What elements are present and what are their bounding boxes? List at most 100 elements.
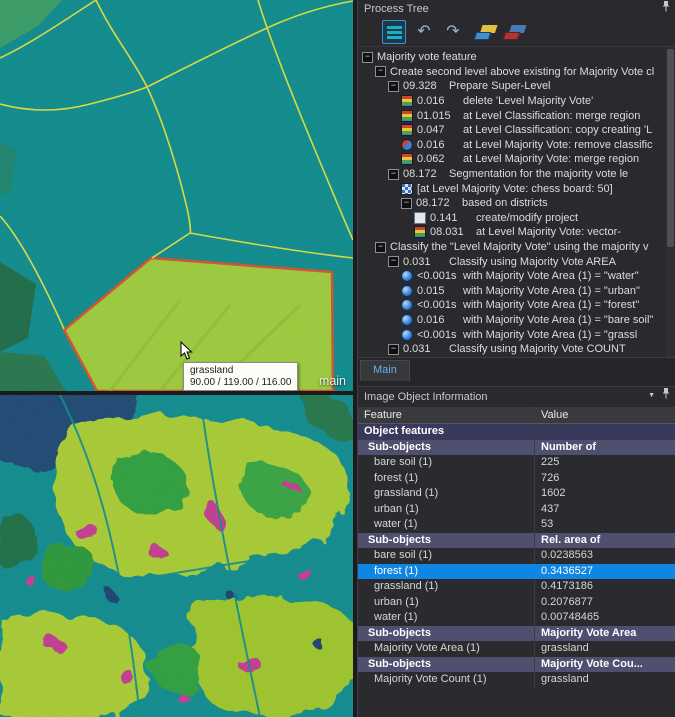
collapse-expander-icon[interactable]: − (375, 66, 386, 77)
process-tree-item[interactable]: −08.172Segmentation for the majority vot… (358, 167, 675, 182)
feature-cell: forest (1) (358, 471, 535, 487)
tab-main[interactable]: Main (360, 360, 410, 381)
process-tree-item[interactable]: 01.015at Level Classification: merge reg… (358, 108, 675, 123)
process-tree-scrollbar[interactable] (666, 47, 675, 357)
process-tree-item[interactable]: −Create second level above existing for … (358, 65, 675, 80)
value-cell: 437 (535, 502, 675, 518)
process-label: at Level Majority Vote: merge region (463, 153, 639, 165)
algorithm-icon (401, 153, 413, 165)
process-tree-list: −Majority vote feature−Create second lev… (358, 50, 675, 356)
algorithm-icon (401, 110, 413, 122)
classifier-icon (401, 299, 413, 311)
undo-button[interactable]: ↶ (413, 21, 435, 43)
process-tree-panel-header: Process Tree (358, 0, 675, 18)
process-label: [at Level Majority Vote: chess board: 50… (417, 183, 613, 195)
process-duration: <0.001s (417, 329, 457, 341)
collapse-expander-icon[interactable]: − (362, 52, 373, 63)
scrollbar-thumb[interactable] (667, 49, 674, 247)
process-tree-item[interactable]: −09.328Prepare Super-Level (358, 79, 675, 94)
process-label: Majority vote feature (377, 51, 477, 63)
collapse-expander-icon[interactable]: − (401, 198, 412, 209)
process-tree-item[interactable]: 0.016delete 'Level Majority Vote' (358, 94, 675, 109)
collapse-expander-icon[interactable]: − (388, 344, 399, 355)
group-header-row[interactable]: Sub-objectsNumber of (358, 440, 675, 456)
process-duration: 0.016 (417, 139, 457, 151)
value-cell: 0.3436527 (535, 564, 675, 580)
process-tree-item[interactable]: 0.015with Majority Vote Area (1) = "urba… (358, 284, 675, 299)
value-cell: grassland (535, 641, 675, 657)
process-tree-item[interactable]: 0.016with Majority Vote Area (1) = "bare… (358, 313, 675, 328)
feature-row[interactable]: bare soil (1)0.0238563 (358, 548, 675, 564)
collapse-expander-icon[interactable]: − (388, 169, 399, 180)
feature-row[interactable]: forest (1)726 (358, 471, 675, 487)
feature-row[interactable]: grassland (1)0.4173186 (358, 579, 675, 595)
map-view-classified[interactable] (0, 395, 353, 717)
value-cell: 0.4173186 (535, 579, 675, 595)
section-row[interactable]: Object features (358, 424, 675, 440)
value-cell: Majority Vote Cou... (535, 657, 675, 673)
feature-cell: bare soil (1) (358, 455, 535, 471)
feature-row[interactable]: Majority Vote Count (1)grassland (358, 672, 675, 688)
undo-icon: ↶ (417, 24, 430, 40)
process-tree-item[interactable]: −0.031Classify using Majority Vote COUNT (358, 342, 675, 357)
feature-row[interactable]: urban (1)0.2076877 (358, 595, 675, 611)
process-tree-item[interactable]: <0.001swith Majority Vote Area (1) = "fo… (358, 298, 675, 313)
process-label: based on districts (462, 197, 548, 209)
pin-icon[interactable] (661, 386, 671, 406)
group-header-row[interactable]: Sub-objectsMajority Vote Cou... (358, 657, 675, 673)
feature-row[interactable]: Majority Vote Area (1)grassland (358, 641, 675, 657)
feature-cell: water (1) (358, 517, 535, 533)
pin-icon[interactable] (661, 0, 671, 18)
feature-row[interactable]: water (1)53 (358, 517, 675, 533)
column-header-feature[interactable]: Feature (358, 407, 535, 423)
feature-row[interactable]: forest (1)0.3436527 (358, 564, 675, 580)
process-tree-item[interactable]: 0.141create/modify project (358, 211, 675, 226)
process-duration: 08.031 (430, 226, 470, 238)
process-label: Create second level above existing for M… (390, 66, 654, 78)
chevron-down-icon[interactable]: ▼ (648, 386, 655, 406)
process-tree-item[interactable]: −Classify the "Level Majority Vote" usin… (358, 240, 675, 255)
process-label: with Majority Vote Area (1) = "water" (463, 270, 639, 282)
process-label: with Majority Vote Area (1) = "grassl (463, 329, 637, 341)
column-header-value[interactable]: Value (535, 407, 675, 423)
process-tree-item[interactable]: 0.047at Level Classification: copy creat… (358, 123, 675, 138)
object-info-rows: Object featuresSub-objectsNumber ofbare … (358, 424, 675, 688)
process-duration: 0.031 (403, 256, 443, 268)
classifier-icon (401, 329, 413, 341)
feature-cell: forest (1) (358, 564, 535, 580)
process-tree-item[interactable]: −08.172based on districts (358, 196, 675, 211)
table-header-row[interactable]: Feature Value (358, 407, 675, 424)
collapse-expander-icon[interactable]: − (388, 81, 399, 92)
process-tree-item[interactable]: [at Level Majority Vote: chess board: 50… (358, 181, 675, 196)
process-library-button[interactable] (471, 21, 493, 43)
feature-row[interactable]: urban (1)437 (358, 502, 675, 518)
process-tree-item[interactable]: −0.031Classify using Majority Vote AREA (358, 254, 675, 269)
process-tree-item[interactable]: 08.031at Level Majority Vote: vector- (358, 225, 675, 240)
process-tree-view-button[interactable] (382, 20, 406, 44)
process-tree-title: Process Tree (364, 3, 429, 15)
process-tree-item[interactable]: −Majority vote feature (358, 50, 675, 65)
process-label: at Level Majority Vote: remove classific (463, 139, 653, 151)
process-tree-item[interactable]: 0.016 at Level Majority Vote: remove clas… (358, 138, 675, 153)
feature-row[interactable]: bare soil (1)225 (358, 455, 675, 471)
process-tree-item[interactable]: <0.001swith Majority Vote Area (1) = "wa… (358, 269, 675, 284)
algorithm-icon (414, 226, 426, 238)
collapse-expander-icon[interactable]: − (388, 256, 399, 267)
feature-cell: urban (1) (358, 502, 535, 518)
delete-process-icon (502, 32, 520, 40)
value-cell: Majority Vote Area (535, 626, 675, 642)
process-duration: 08.172 (403, 168, 443, 180)
collapse-expander-icon[interactable]: − (375, 242, 386, 253)
process-tree-item[interactable]: 0.062at Level Majority Vote: merge regio… (358, 152, 675, 167)
feature-row[interactable]: grassland (1)1602 (358, 486, 675, 502)
process-duration: 01.015 (417, 110, 457, 122)
delete-process-button[interactable] (500, 21, 522, 43)
group-header-row[interactable]: Sub-objectsMajority Vote Area (358, 626, 675, 642)
value-cell: Rel. area of (535, 533, 675, 549)
group-header-row[interactable]: Sub-objectsRel. area of (358, 533, 675, 549)
map-view-main[interactable]: main grassland 90.00 / 119.00 / 116.00 (0, 0, 353, 391)
redo-button[interactable]: ↷ (442, 21, 464, 43)
process-tree-item[interactable]: <0.001s with Majority Vote Area (1) = "gr… (358, 327, 675, 342)
process-tree: −Majority vote feature−Create second lev… (358, 47, 675, 357)
feature-row[interactable]: water (1)0.00748465 (358, 610, 675, 626)
